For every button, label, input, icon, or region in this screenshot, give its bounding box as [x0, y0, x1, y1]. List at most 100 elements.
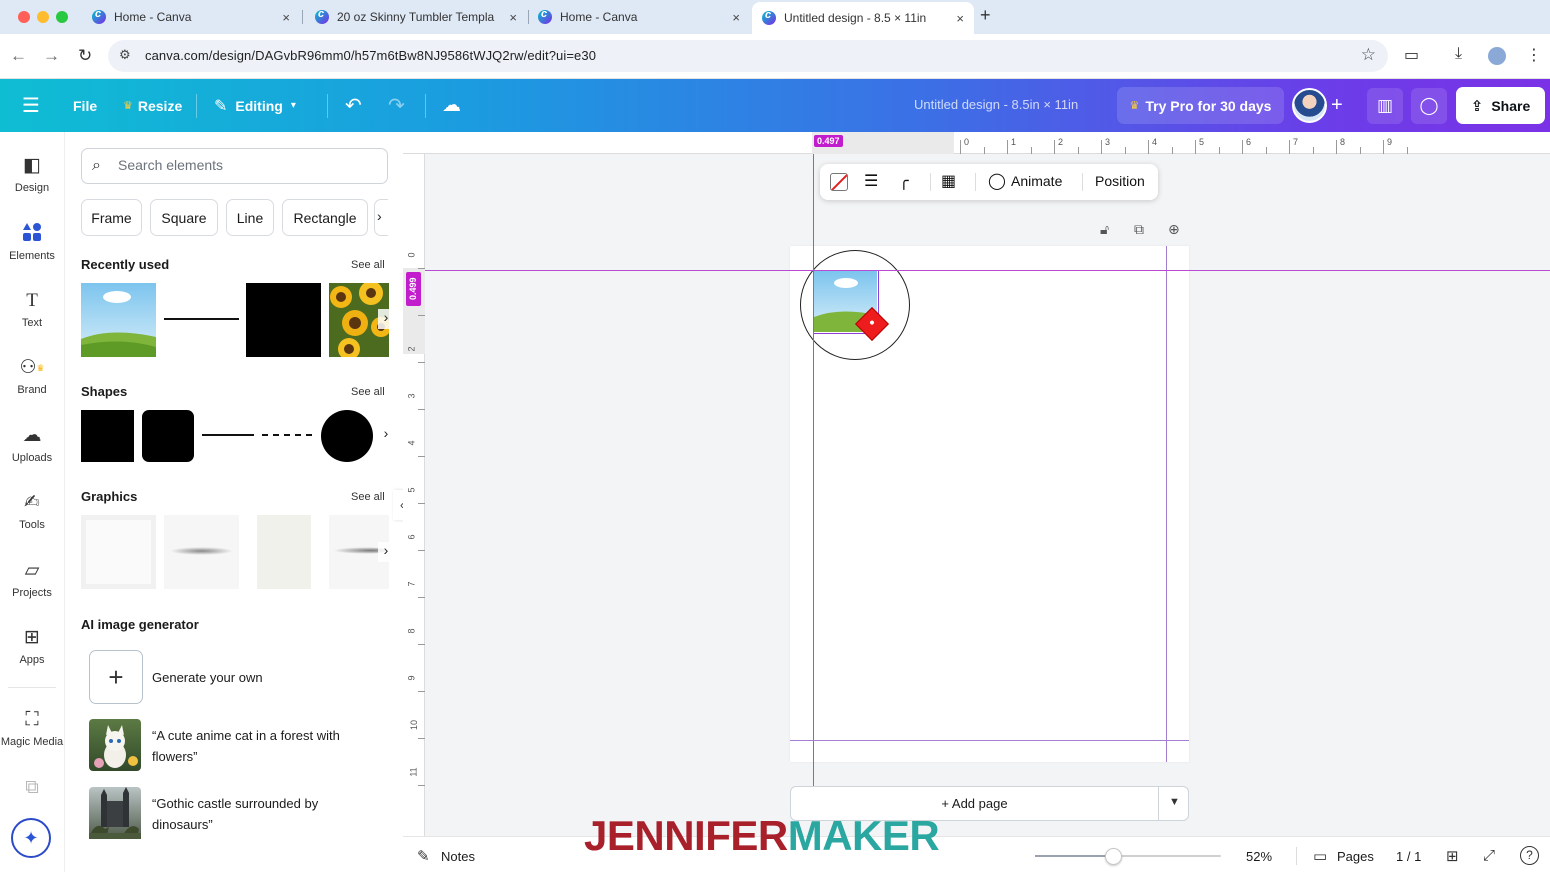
fullscreen-icon[interactable]: ⤢: [1483, 847, 1495, 864]
zoom-percentage[interactable]: 52%: [1246, 849, 1272, 864]
gothic-castle-prompt-label[interactable]: “Gothic castle surrounded by dinosaurs”: [152, 793, 382, 835]
horizontal-ruler[interactable]: 0 1 2 3 4 5 6 7 8 9 0.497: [403, 132, 1550, 154]
border-style-icon[interactable]: ☰: [864, 171, 878, 191]
anime-cat-prompt-label[interactable]: “A cute anime cat in a forest with flowe…: [152, 725, 382, 767]
browser-tab[interactable]: Home - Canva ×: [82, 0, 300, 34]
rail-item-text[interactable]: T Text: [0, 289, 64, 329]
back-icon[interactable]: ←: [10, 46, 27, 66]
graphic-white-frame[interactable]: [81, 515, 156, 589]
lock-page-icon[interactable]: 🔓︎: [1100, 221, 1109, 238]
shapes-next-arrow-icon[interactable]: ›: [378, 425, 394, 445]
file-menu-button[interactable]: File: [73, 79, 97, 132]
generate-your-own-label[interactable]: Generate your own: [152, 667, 263, 688]
corner-rounding-icon[interactable]: ╭: [899, 171, 909, 191]
duplicate-page-icon[interactable]: ⧉: [1134, 221, 1144, 238]
browser-tab-active[interactable]: Untitled design - 8.5 × 11in ×: [752, 2, 974, 34]
url-text[interactable]: canva.com/design/DAGvbR96mm0/h57m6tBw8NJ…: [145, 48, 596, 63]
browser-tab[interactable]: Home - Canva ×: [528, 0, 750, 34]
cloud-saved-icon[interactable]: ☁: [442, 79, 461, 132]
tab-close-icon[interactable]: ×: [732, 10, 740, 25]
shape-circle[interactable]: [321, 410, 373, 462]
gothic-castle-thumbnail[interactable]: [89, 787, 141, 839]
url-field[interactable]: ⚙ canva.com/design/DAGvbR96mm0/h57m6tBw8…: [108, 40, 1388, 72]
transparency-icon[interactable]: ▦: [941, 171, 956, 191]
canva-assistant-sparkle-icon[interactable]: ✦: [11, 818, 51, 858]
add-collaborator-icon[interactable]: +: [1331, 79, 1343, 132]
zoom-slider[interactable]: [1035, 855, 1221, 857]
reload-icon[interactable]: ↻: [78, 46, 92, 66]
filter-chip-frame[interactable]: Frame: [81, 199, 142, 236]
grid-view-icon[interactable]: ⊞: [1446, 847, 1459, 865]
shape-rounded-square[interactable]: [142, 410, 194, 462]
share-button[interactable]: ⇪ Share: [1456, 87, 1545, 124]
rail-item-brand[interactable]: ⚇♛ Brand: [0, 356, 64, 396]
recently-used-see-all[interactable]: See all: [351, 259, 385, 271]
graphic-paper-texture[interactable]: [257, 515, 311, 589]
window-minimize-button[interactable]: [37, 11, 49, 23]
site-settings-icon[interactable]: ⚙: [119, 47, 131, 63]
horizontal-guide-line-bottom[interactable]: [790, 740, 1189, 741]
rail-item-more[interactable]: ⧉: [0, 776, 64, 804]
bookmark-star-icon[interactable]: ☆: [1361, 45, 1376, 65]
user-avatar[interactable]: [1292, 88, 1327, 123]
download-icon[interactable]: ⤓: [1455, 45, 1462, 63]
chevron-down-icon[interactable]: ▼: [1169, 796, 1180, 808]
canvas-area[interactable]: 0 1 2 3 4 5 6 7 8 9 0.497 0 1 2 3 4 5 6 7 8 9 10 11…: [403, 132, 1550, 836]
chips-next-arrow-icon[interactable]: ›: [377, 208, 382, 224]
insights-chart-icon[interactable]: ▥: [1367, 88, 1403, 124]
anime-cat-thumbnail[interactable]: [89, 719, 141, 771]
search-input[interactable]: [118, 157, 378, 173]
vertical-guide-line[interactable]: [813, 154, 814, 820]
rail-item-apps[interactable]: ⊞ Apps: [0, 626, 64, 666]
rail-item-projects[interactable]: ▱ Projects: [0, 559, 64, 599]
comment-icon[interactable]: ◯: [1411, 88, 1447, 124]
pages-button[interactable]: Pages: [1337, 849, 1374, 864]
border-color-none-icon[interactable]: [830, 173, 848, 191]
notes-icon[interactable]: ✎: [417, 847, 430, 865]
design-page[interactable]: [790, 246, 1189, 762]
filter-chip-line[interactable]: Line: [226, 199, 274, 236]
window-zoom-button[interactable]: [56, 11, 68, 23]
redo-icon[interactable]: ↷: [388, 79, 405, 132]
browser-tab[interactable]: 20 oz Skinny Tumbler Templa ×: [305, 0, 527, 34]
editing-mode-button[interactable]: ✎ Editing ▾: [214, 79, 296, 132]
filter-chip-square[interactable]: Square: [150, 199, 218, 236]
rail-item-uploads[interactable]: ☁ Uploads: [0, 424, 64, 464]
forward-icon[interactable]: →: [43, 46, 60, 66]
graphics-next-arrow-icon[interactable]: ›: [378, 542, 394, 562]
generate-your-own-button[interactable]: +: [89, 650, 143, 704]
browser-menu-icon[interactable]: ⋮: [1526, 45, 1542, 65]
shape-dashed-line[interactable]: [262, 434, 312, 436]
main-menu-icon[interactable]: ☰: [22, 79, 40, 132]
cast-icon[interactable]: ▭: [1404, 45, 1419, 65]
rail-item-elements[interactable]: Elements: [0, 222, 64, 262]
zoom-slider-knob[interactable]: [1105, 848, 1123, 865]
shapes-see-all[interactable]: See all: [351, 386, 385, 398]
shape-square[interactable]: [81, 410, 134, 462]
graphic-gray-shadow[interactable]: [164, 515, 239, 589]
animate-button[interactable]: Animate: [1011, 173, 1062, 189]
profile-avatar[interactable]: [1488, 47, 1506, 65]
graphics-see-all[interactable]: See all: [351, 491, 385, 503]
rail-item-tools[interactable]: ✍ Tools: [0, 491, 64, 531]
new-tab-button[interactable]: +: [980, 5, 991, 26]
rail-item-design[interactable]: ◧ Design: [0, 154, 64, 194]
try-pro-button[interactable]: ♛ Try Pro for 30 days: [1117, 87, 1284, 124]
notes-button[interactable]: Notes: [441, 849, 475, 864]
recent-next-arrow-icon[interactable]: ›: [378, 309, 394, 329]
recent-black-square[interactable]: [246, 283, 321, 357]
rail-item-magic-media[interactable]: ⛶ Magic Media: [0, 708, 64, 748]
resize-button[interactable]: ♛ Resize: [123, 79, 182, 132]
help-icon[interactable]: ?: [1520, 846, 1539, 865]
vertical-guide-line-right[interactable]: [1166, 246, 1167, 762]
recent-landscape-frame[interactable]: [81, 283, 156, 357]
search-elements-box[interactable]: ⌕: [81, 148, 388, 184]
position-button[interactable]: Position: [1095, 173, 1145, 189]
shape-solid-line[interactable]: [202, 434, 254, 436]
window-close-button[interactable]: [18, 11, 30, 23]
recent-line-shape[interactable]: [164, 318, 239, 320]
add-page-icon[interactable]: ⊕: [1168, 221, 1180, 238]
tab-close-icon[interactable]: ×: [509, 10, 517, 25]
tab-close-icon[interactable]: ×: [956, 11, 964, 26]
tab-close-icon[interactable]: ×: [282, 10, 290, 25]
